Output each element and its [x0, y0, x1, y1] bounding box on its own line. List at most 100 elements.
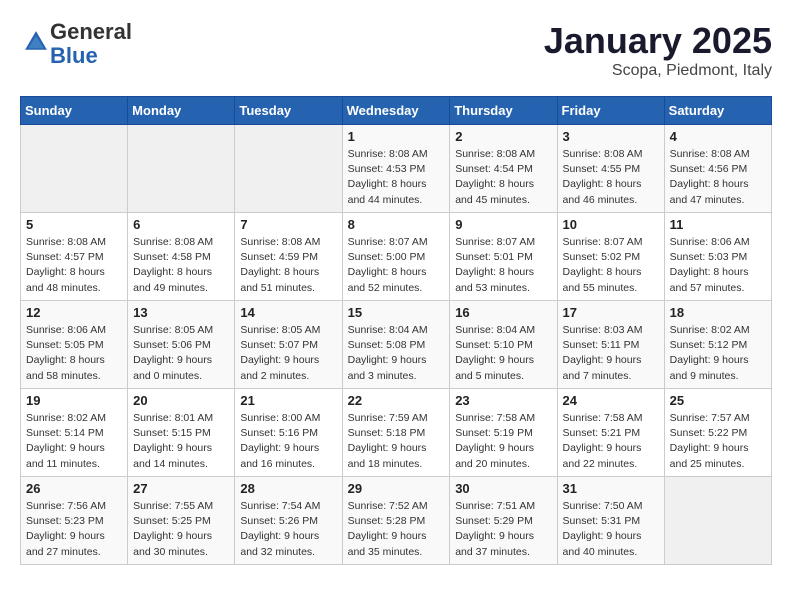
calendar-week-1: 1 Sunrise: 8:08 AM Sunset: 4:53 PM Daylig…	[21, 125, 772, 213]
calendar-cell: 9 Sunrise: 8:07 AM Sunset: 5:01 PM Daylig…	[450, 213, 557, 301]
calendar-cell: 26 Sunrise: 7:56 AM Sunset: 5:23 PM Dayli…	[21, 477, 128, 565]
calendar-cell: 8 Sunrise: 8:07 AM Sunset: 5:00 PM Daylig…	[342, 213, 450, 301]
day-number: 19	[26, 393, 122, 408]
day-number: 9	[455, 217, 551, 232]
day-info: Sunrise: 8:07 AM Sunset: 5:01 PM Dayligh…	[455, 235, 551, 296]
day-number: 30	[455, 481, 551, 496]
day-info: Sunrise: 7:58 AM Sunset: 5:19 PM Dayligh…	[455, 411, 551, 472]
day-number: 6	[133, 217, 229, 232]
day-number: 5	[26, 217, 122, 232]
weekday-header-row: SundayMondayTuesdayWednesdayThursdayFrid…	[21, 97, 772, 125]
day-info: Sunrise: 7:58 AM Sunset: 5:21 PM Dayligh…	[563, 411, 659, 472]
calendar-cell: 10 Sunrise: 8:07 AM Sunset: 5:02 PM Dayli…	[557, 213, 664, 301]
day-info: Sunrise: 8:08 AM Sunset: 4:54 PM Dayligh…	[455, 147, 551, 208]
calendar-cell: 5 Sunrise: 8:08 AM Sunset: 4:57 PM Daylig…	[21, 213, 128, 301]
day-info: Sunrise: 8:07 AM Sunset: 5:00 PM Dayligh…	[348, 235, 445, 296]
day-info: Sunrise: 7:56 AM Sunset: 5:23 PM Dayligh…	[26, 499, 122, 560]
calendar-cell: 11Sunrise: 8:06 AM Sunset: 5:03 PM Dayli…	[664, 213, 771, 301]
logo-icon	[22, 28, 50, 56]
day-info: Sunrise: 7:57 AM Sunset: 5:22 PM Dayligh…	[670, 411, 766, 472]
weekday-monday: Monday	[128, 97, 235, 125]
calendar-cell: 24 Sunrise: 7:58 AM Sunset: 5:21 PM Dayli…	[557, 389, 664, 477]
day-info: Sunrise: 7:55 AM Sunset: 5:25 PM Dayligh…	[133, 499, 229, 560]
day-number: 27	[133, 481, 229, 496]
day-info: Sunrise: 7:54 AM Sunset: 5:26 PM Dayligh…	[240, 499, 336, 560]
day-number: 8	[348, 217, 445, 232]
calendar-cell: 22Sunrise: 7:59 AM Sunset: 5:18 PM Dayli…	[342, 389, 450, 477]
day-number: 14	[240, 305, 336, 320]
day-number: 1	[348, 129, 445, 144]
calendar-week-2: 5 Sunrise: 8:08 AM Sunset: 4:57 PM Daylig…	[21, 213, 772, 301]
day-info: Sunrise: 8:08 AM Sunset: 4:53 PM Dayligh…	[348, 147, 445, 208]
day-info: Sunrise: 7:50 AM Sunset: 5:31 PM Dayligh…	[563, 499, 659, 560]
weekday-sunday: Sunday	[21, 97, 128, 125]
calendar-week-5: 26 Sunrise: 7:56 AM Sunset: 5:23 PM Dayli…	[21, 477, 772, 565]
day-info: Sunrise: 7:51 AM Sunset: 5:29 PM Dayligh…	[455, 499, 551, 560]
day-number: 24	[563, 393, 659, 408]
calendar-cell: 14 Sunrise: 8:05 AM Sunset: 5:07 PM Dayli…	[235, 301, 342, 389]
day-info: Sunrise: 8:08 AM Sunset: 4:58 PM Dayligh…	[133, 235, 229, 296]
calendar-cell: 6 Sunrise: 8:08 AM Sunset: 4:58 PM Daylig…	[128, 213, 235, 301]
day-info: Sunrise: 8:00 AM Sunset: 5:16 PM Dayligh…	[240, 411, 336, 472]
weekday-thursday: Thursday	[450, 97, 557, 125]
calendar-cell: 2 Sunrise: 8:08 AM Sunset: 4:54 PM Daylig…	[450, 125, 557, 213]
calendar-cell: 20 Sunrise: 8:01 AM Sunset: 5:15 PM Dayli…	[128, 389, 235, 477]
calendar-cell	[235, 125, 342, 213]
calendar-cell: 7Sunrise: 8:08 AM Sunset: 4:59 PM Daylig…	[235, 213, 342, 301]
day-number: 4	[670, 129, 766, 144]
calendar-cell: 27 Sunrise: 7:55 AM Sunset: 5:25 PM Dayli…	[128, 477, 235, 565]
day-number: 20	[133, 393, 229, 408]
day-info: Sunrise: 8:02 AM Sunset: 5:14 PM Dayligh…	[26, 411, 122, 472]
day-number: 10	[563, 217, 659, 232]
logo-general-text: General	[50, 19, 132, 44]
day-number: 7	[240, 217, 336, 232]
day-info: Sunrise: 8:07 AM Sunset: 5:02 PM Dayligh…	[563, 235, 659, 296]
calendar-cell: 28 Sunrise: 7:54 AM Sunset: 5:26 PM Dayli…	[235, 477, 342, 565]
calendar-cell: 15Sunrise: 8:04 AM Sunset: 5:08 PM Dayli…	[342, 301, 450, 389]
calendar-cell: 1 Sunrise: 8:08 AM Sunset: 4:53 PM Daylig…	[342, 125, 450, 213]
day-info: Sunrise: 8:04 AM Sunset: 5:10 PM Dayligh…	[455, 323, 551, 384]
day-number: 29	[348, 481, 445, 496]
day-info: Sunrise: 8:01 AM Sunset: 5:15 PM Dayligh…	[133, 411, 229, 472]
calendar-cell: 18Sunrise: 8:02 AM Sunset: 5:12 PM Dayli…	[664, 301, 771, 389]
day-number: 18	[670, 305, 766, 320]
day-number: 13	[133, 305, 229, 320]
calendar-cell: 12 Sunrise: 8:06 AM Sunset: 5:05 PM Dayli…	[21, 301, 128, 389]
calendar-cell: 21Sunrise: 8:00 AM Sunset: 5:16 PM Dayli…	[235, 389, 342, 477]
calendar-table: SundayMondayTuesdayWednesdayThursdayFrid…	[20, 96, 772, 565]
calendar-cell: 3Sunrise: 8:08 AM Sunset: 4:55 PM Daylig…	[557, 125, 664, 213]
logo: General Blue	[20, 20, 132, 68]
calendar-week-3: 12 Sunrise: 8:06 AM Sunset: 5:05 PM Dayli…	[21, 301, 772, 389]
day-number: 28	[240, 481, 336, 496]
day-number: 31	[563, 481, 659, 496]
weekday-friday: Friday	[557, 97, 664, 125]
day-info: Sunrise: 8:04 AM Sunset: 5:08 PM Dayligh…	[348, 323, 445, 384]
day-info: Sunrise: 8:03 AM Sunset: 5:11 PM Dayligh…	[563, 323, 659, 384]
page-header: General Blue January 2025 Scopa, Piedmon…	[20, 20, 772, 80]
calendar-cell: 13 Sunrise: 8:05 AM Sunset: 5:06 PM Dayli…	[128, 301, 235, 389]
day-info: Sunrise: 8:08 AM Sunset: 4:57 PM Dayligh…	[26, 235, 122, 296]
calendar-cell	[664, 477, 771, 565]
weekday-saturday: Saturday	[664, 97, 771, 125]
calendar-header: SundayMondayTuesdayWednesdayThursdayFrid…	[21, 97, 772, 125]
calendar-cell: 25Sunrise: 7:57 AM Sunset: 5:22 PM Dayli…	[664, 389, 771, 477]
day-number: 12	[26, 305, 122, 320]
calendar-cell: 17 Sunrise: 8:03 AM Sunset: 5:11 PM Dayli…	[557, 301, 664, 389]
calendar-cell	[21, 125, 128, 213]
calendar-cell: 19 Sunrise: 8:02 AM Sunset: 5:14 PM Dayli…	[21, 389, 128, 477]
day-info: Sunrise: 8:08 AM Sunset: 4:56 PM Dayligh…	[670, 147, 766, 208]
calendar-subtitle: Scopa, Piedmont, Italy	[544, 62, 772, 80]
day-number: 2	[455, 129, 551, 144]
day-info: Sunrise: 7:52 AM Sunset: 5:28 PM Dayligh…	[348, 499, 445, 560]
weekday-wednesday: Wednesday	[342, 97, 450, 125]
day-number: 26	[26, 481, 122, 496]
day-info: Sunrise: 8:05 AM Sunset: 5:07 PM Dayligh…	[240, 323, 336, 384]
day-number: 17	[563, 305, 659, 320]
day-number: 23	[455, 393, 551, 408]
title-block: January 2025 Scopa, Piedmont, Italy	[544, 20, 772, 80]
calendar-cell: 30 Sunrise: 7:51 AM Sunset: 5:29 PM Dayli…	[450, 477, 557, 565]
day-info: Sunrise: 8:05 AM Sunset: 5:06 PM Dayligh…	[133, 323, 229, 384]
day-number: 3	[563, 129, 659, 144]
day-info: Sunrise: 8:06 AM Sunset: 5:05 PM Dayligh…	[26, 323, 122, 384]
logo-blue-text: Blue	[50, 43, 98, 68]
